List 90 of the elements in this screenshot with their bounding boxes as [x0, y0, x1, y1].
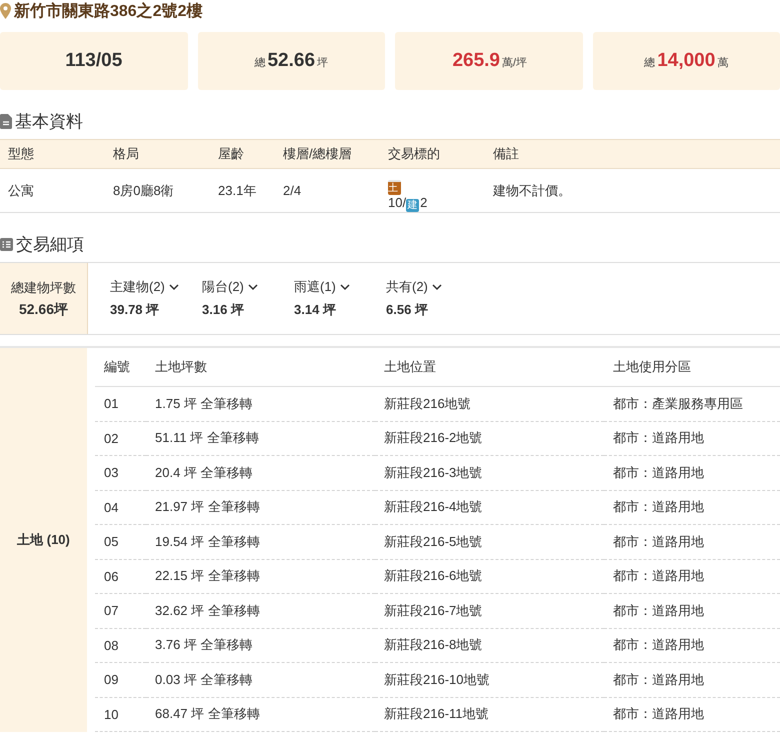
table-cell: 新莊段216-2地號 [375, 421, 604, 456]
chevron-icon [340, 284, 350, 290]
table-cell: 32.62 坪 全筆移轉 [146, 594, 375, 628]
document-icon [0, 114, 12, 128]
table-cell: 08 [95, 628, 146, 662]
table-cell: 都市：道路用地 [604, 559, 780, 594]
table-cell: 51.11 坪 全筆移轉 [146, 421, 375, 456]
stat-value: 14,000 [657, 49, 716, 73]
table-cell: 都市：道路用地 [604, 594, 780, 628]
column-header: 樓層/總樓層 [275, 140, 380, 168]
table-cell: 09 [95, 662, 146, 697]
list-icon [0, 238, 13, 250]
column-header: 格局 [105, 140, 210, 168]
stat-prefix: 總 [254, 56, 266, 71]
table-cell: 新莊段216-3地號 [375, 456, 604, 490]
table-cell: 07 [95, 594, 146, 628]
stat-value: 52.66 [267, 49, 316, 73]
table-cell: 20.4 坪 全筆移轉 [146, 456, 375, 490]
table-cell: 10 [95, 697, 146, 732]
section-title: 基本資料 [15, 110, 83, 132]
area-dropdown[interactable]: 共有(2) [386, 278, 478, 296]
table-cell: 21.97 坪 全筆移轉 [146, 490, 375, 524]
table-cell: 8房0廳8衛 [105, 168, 210, 212]
table-cell: 都市：道路用地 [604, 456, 780, 490]
table-cell: 新莊段216-6地號 [375, 559, 604, 594]
table-cell: 01 [95, 386, 146, 421]
table-cell: 19.54 坪 全筆移轉 [146, 524, 375, 559]
land-label: 土地 (10) [0, 348, 87, 732]
table-cell: 04 [95, 490, 146, 524]
table-cell: 都市：道路用地 [604, 662, 780, 697]
table-cell: 都市：道路用地 [604, 697, 780, 732]
column-header: 土地坪數 [146, 348, 375, 386]
stat-prefix: 總 [644, 56, 656, 71]
column-header: 型態 [0, 140, 105, 168]
table-cell: 1.75 坪 全筆移轉 [146, 386, 375, 421]
target-count: 2 [420, 195, 428, 210]
area-dropdown[interactable]: 雨遮(1) [294, 278, 386, 296]
table-cell: 新莊段216-7地號 [375, 594, 604, 628]
table-cell: 新莊段216-11地號 [375, 697, 604, 732]
table-cell: 22.15 坪 全筆移轉 [146, 559, 375, 594]
land-badge: 土 [388, 180, 401, 195]
table-cell: 都市：道路用地 [604, 421, 780, 456]
table-cell: 都市：道路用地 [604, 628, 780, 662]
table-cell: 3.76 坪 全筆移轉 [146, 628, 375, 662]
column-header: 土地使用分區 [604, 348, 780, 386]
total-area-label: 總建物坪數 [11, 278, 76, 296]
area-value: 39.78 坪 [110, 301, 160, 319]
table-cell: 2/4 [275, 168, 380, 212]
table-cell: 03 [95, 456, 146, 490]
area-value: 3.14 坪 [294, 301, 337, 319]
building-badge: 建 [406, 199, 420, 212]
column-header: 備註 [485, 140, 780, 168]
stat-unit: 坪 [317, 56, 328, 71]
table-cell: 06 [95, 559, 146, 594]
area-dropdown[interactable]: 主建物(2) [110, 278, 202, 296]
chevron-icon [248, 284, 258, 290]
table-cell: 都市：產業服務專用區 [604, 386, 780, 421]
column-header: 編號 [95, 348, 146, 386]
table-cell: 23.1年 [210, 168, 275, 212]
area-dropdown[interactable]: 陽台(2) [202, 278, 294, 296]
table-cell: 0.03 坪 全筆移轉 [146, 662, 375, 697]
table-cell: 02 [95, 421, 146, 456]
table-cell: 都市：道路用地 [604, 524, 780, 559]
section-title: 交易細項 [16, 234, 84, 256]
separator-text: / [402, 195, 406, 210]
table-cell: 公寓 [0, 168, 105, 212]
stat-value: 265.9 [452, 49, 500, 73]
table-cell: 新莊段216地號 [375, 386, 604, 421]
column-header: 土地位置 [375, 348, 604, 386]
target-count: 10 [388, 195, 402, 210]
table-cell: 都市：道路用地 [604, 490, 780, 524]
stat-unit: 萬/坪 [502, 56, 528, 71]
total-area-value: 52.66坪 [18, 300, 68, 318]
column-header: 屋齡 [210, 140, 275, 168]
table-cell: 建物不計價。 [485, 168, 780, 212]
area-value: 6.56 坪 [386, 301, 429, 319]
location-pin-icon [0, 3, 11, 19]
column-header: 交易標的 [380, 140, 485, 168]
table-cell: 新莊段216-8地號 [375, 628, 604, 662]
table-cell: 新莊段216-4地號 [375, 490, 604, 524]
table-cell: 68.47 坪 全筆移轉 [146, 697, 375, 732]
chevron-icon [168, 284, 179, 290]
stat-unit: 萬 [717, 56, 728, 71]
chevron-icon [432, 284, 442, 290]
table-cell: 05 [95, 524, 146, 559]
area-value: 3.16 坪 [202, 301, 245, 319]
address-title: 新竹市關東路386之2號2樓 [14, 1, 202, 22]
table-cell: 新莊段216-10地號 [375, 662, 604, 697]
stat-value: 113/05 [65, 49, 122, 73]
table-cell: 新莊段216-5地號 [375, 524, 604, 559]
